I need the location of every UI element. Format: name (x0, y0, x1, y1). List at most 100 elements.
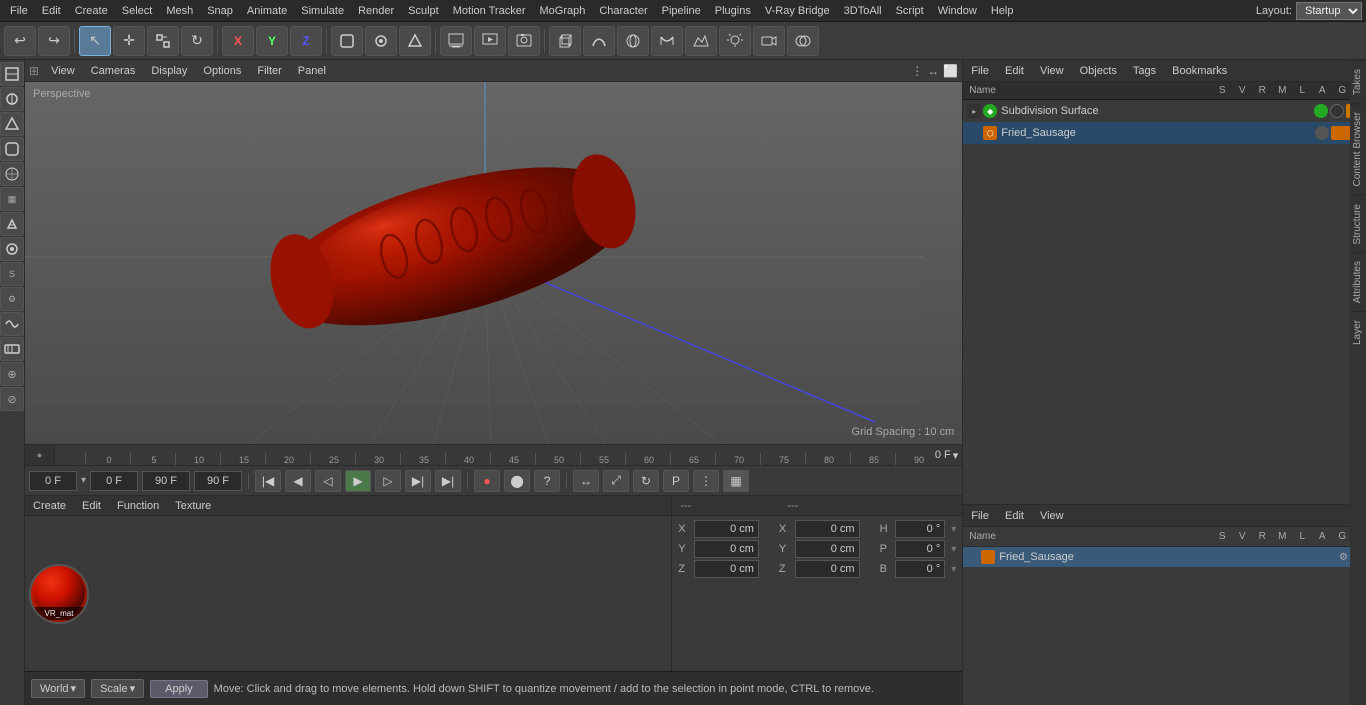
om-dot-green[interactable] (1314, 104, 1328, 118)
coord-x-pos[interactable] (694, 520, 759, 538)
menu-sculpt[interactable]: Sculpt (402, 3, 445, 19)
prev-frame-button[interactable]: ◀ (285, 470, 311, 492)
terrain-button[interactable] (685, 26, 717, 56)
sausage-3d-object[interactable] (254, 151, 654, 354)
point-mode-button[interactable] (365, 26, 397, 56)
end-frame-input[interactable] (142, 471, 190, 491)
camera-button[interactable] (753, 26, 785, 56)
sidebar-tool-13[interactable]: ⊕ (0, 362, 24, 386)
menu-vray[interactable]: V-Ray Bridge (759, 3, 836, 19)
rotate-playback-button[interactable]: ↻ (633, 470, 659, 492)
layout-dropdown[interactable]: Startup (1296, 2, 1362, 20)
tab-takes[interactable]: Takes (1350, 60, 1366, 103)
coord-x-size[interactable] (795, 520, 860, 538)
vp-menu-filter[interactable]: Filter (253, 63, 285, 79)
menu-3dtoall[interactable]: 3DToAll (838, 3, 888, 19)
tab-structure[interactable]: Structure (1350, 195, 1366, 253)
am-menu-file[interactable]: File (967, 508, 993, 524)
boole-button[interactable] (787, 26, 819, 56)
auto-key-button[interactable]: ⬤ (504, 470, 530, 492)
render-picture-button[interactable] (508, 26, 540, 56)
step-back-button[interactable]: ◁ (315, 470, 341, 492)
om-menu-bookmarks[interactable]: Bookmarks (1168, 63, 1231, 79)
coord-b-rot[interactable] (895, 560, 945, 578)
om-expand-subdiv[interactable]: ▸ (967, 104, 981, 118)
coord-z-size[interactable] (795, 560, 860, 578)
om-menu-objects[interactable]: Objects (1076, 63, 1121, 79)
vp-icon-maximize[interactable]: ⬜ (943, 64, 958, 78)
vp-icon-grid[interactable]: ⋮ (911, 64, 923, 78)
sidebar-tool-14[interactable]: ⊘ (0, 387, 24, 411)
z-axis-button[interactable]: Z (290, 26, 322, 56)
vp-menu-display[interactable]: Display (147, 63, 191, 79)
scale-tool-button[interactable] (147, 26, 179, 56)
grid-playback-button[interactable]: ⋮ (693, 470, 719, 492)
menu-character[interactable]: Character (593, 3, 653, 19)
om-menu-tags[interactable]: Tags (1129, 63, 1160, 79)
mat-menu-function[interactable]: Function (113, 498, 163, 514)
sidebar-tool-12[interactable] (0, 337, 24, 361)
coord-h-rot[interactable] (895, 520, 945, 538)
am-menu-view[interactable]: View (1036, 508, 1068, 524)
om-row-subdivision[interactable]: ▸ ◆ Subdivision Surface ⋮ (963, 100, 1366, 122)
timeline[interactable]: ● 0 5 10 15 20 25 30 35 40 45 50 55 60 6… (25, 444, 962, 466)
spline-button[interactable] (583, 26, 615, 56)
sidebar-tool-6[interactable]: ▦ (0, 187, 24, 211)
om-menu-view[interactable]: View (1036, 63, 1068, 79)
coord-p-rot[interactable] (895, 540, 945, 558)
nurbs-button[interactable] (617, 26, 649, 56)
object-mode-button[interactable] (331, 26, 363, 56)
menu-select[interactable]: Select (116, 3, 159, 19)
sidebar-tool-3[interactable] (0, 112, 24, 136)
menu-plugins[interactable]: Plugins (709, 3, 757, 19)
light-button[interactable] (719, 26, 751, 56)
x-axis-button[interactable]: X (222, 26, 254, 56)
current-frame-input[interactable] (90, 471, 138, 491)
sidebar-tool-4[interactable] (0, 137, 24, 161)
menu-window[interactable]: Window (932, 3, 983, 19)
next-frame-button[interactable]: ▶| (405, 470, 431, 492)
end-frame2-input[interactable] (194, 471, 242, 491)
vp-menu-options[interactable]: Options (199, 63, 245, 79)
undo-button[interactable]: ↩ (4, 26, 36, 56)
vp-menu-panel[interactable]: Panel (294, 63, 330, 79)
coord-y-size[interactable] (795, 540, 860, 558)
move-playback-button[interactable]: ↔ (573, 470, 599, 492)
rotate-tool-button[interactable]: ↻ (181, 26, 213, 56)
vp-icon-move[interactable]: ↔ (927, 64, 939, 78)
om-sausage-dot-1[interactable] (1315, 126, 1329, 140)
go-start-button[interactable]: |◀ (255, 470, 281, 492)
apply-button[interactable]: Apply (150, 680, 208, 698)
menu-help[interactable]: Help (985, 3, 1020, 19)
mat-menu-texture[interactable]: Texture (171, 498, 215, 514)
sidebar-tool-5[interactable] (0, 162, 24, 186)
material-swatch[interactable]: VR_mat (29, 564, 89, 624)
menu-motion-tracker[interactable]: Motion Tracker (447, 3, 532, 19)
menu-file[interactable]: File (4, 3, 34, 19)
om-menu-file[interactable]: File (967, 63, 993, 79)
go-end-button[interactable]: ▶| (435, 470, 461, 492)
sidebar-tool-8[interactable] (0, 237, 24, 261)
coord-y-pos[interactable] (694, 540, 759, 558)
render-region-button[interactable] (440, 26, 472, 56)
tab-layer[interactable]: Layer (1350, 311, 1366, 353)
step-forward-button[interactable]: ▷ (375, 470, 401, 492)
move-tool-button[interactable]: ✛ (113, 26, 145, 56)
menu-script[interactable]: Script (890, 3, 930, 19)
coord-z-pos[interactable] (694, 560, 759, 578)
am-sausage-ctrl-1[interactable]: ⚙ (1339, 552, 1348, 563)
pb-dropdown-arrow[interactable]: ▾ (81, 475, 86, 486)
menu-simulate[interactable]: Simulate (295, 3, 350, 19)
sidebar-tool-11[interactable] (0, 312, 24, 336)
mat-menu-create[interactable]: Create (29, 498, 70, 514)
om-dot-empty-1[interactable] (1330, 104, 1344, 118)
pivot-button[interactable]: P (663, 470, 689, 492)
menu-edit[interactable]: Edit (36, 3, 67, 19)
mat-menu-edit[interactable]: Edit (78, 498, 105, 514)
deformer-button[interactable] (651, 26, 683, 56)
select-tool-button[interactable]: ↖ (79, 26, 111, 56)
scale-playback-button[interactable]: ⤢ (603, 470, 629, 492)
sidebar-tool-2[interactable] (0, 87, 24, 111)
start-frame-input[interactable] (29, 471, 77, 491)
edge-mode-button[interactable] (399, 26, 431, 56)
